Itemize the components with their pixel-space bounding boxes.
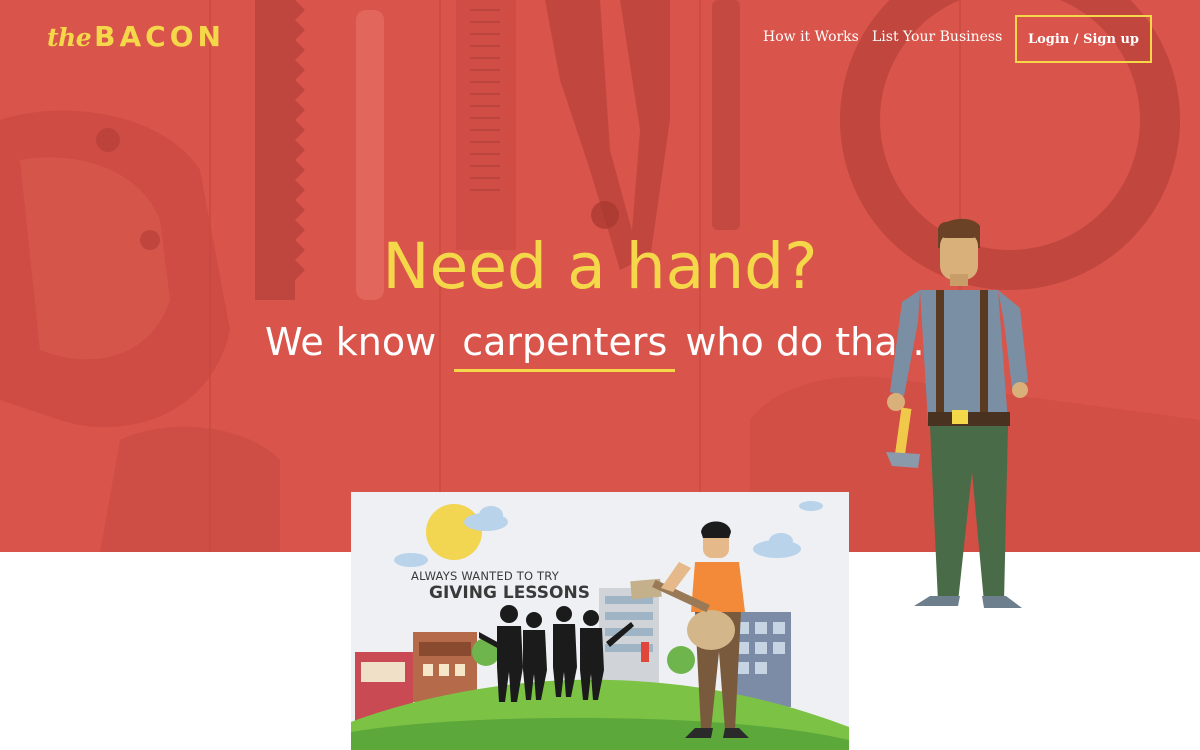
rotating-service-keyword: carpenters xyxy=(454,320,676,372)
subheadline-prefix: We know xyxy=(265,320,437,364)
sun-icon xyxy=(426,504,482,560)
hero-subheadline: We know carpenters who do that. xyxy=(265,320,925,376)
logo-prefix: the xyxy=(47,23,92,52)
nav-how-it-works[interactable]: How it Works xyxy=(763,29,859,45)
logo-name: BACON xyxy=(94,20,225,53)
hero-headline-text: Need a hand? xyxy=(382,230,818,303)
explainer-video-thumbnail[interactable]: ALWAYS WANTED TO TRY GIVING LESSONS xyxy=(351,492,849,750)
nav-list-your-business[interactable]: List Your Business xyxy=(872,29,1002,45)
hammer-icon xyxy=(886,407,920,468)
login-signup-button[interactable]: Login / Sign up xyxy=(1015,15,1152,63)
brand-logo[interactable]: the BACON xyxy=(47,20,225,60)
video-caption-line-1: ALWAYS WANTED TO TRY xyxy=(411,569,559,583)
carpenter-illustration xyxy=(886,218,1028,608)
video-caption-line-2: GIVING LESSONS xyxy=(429,583,590,603)
